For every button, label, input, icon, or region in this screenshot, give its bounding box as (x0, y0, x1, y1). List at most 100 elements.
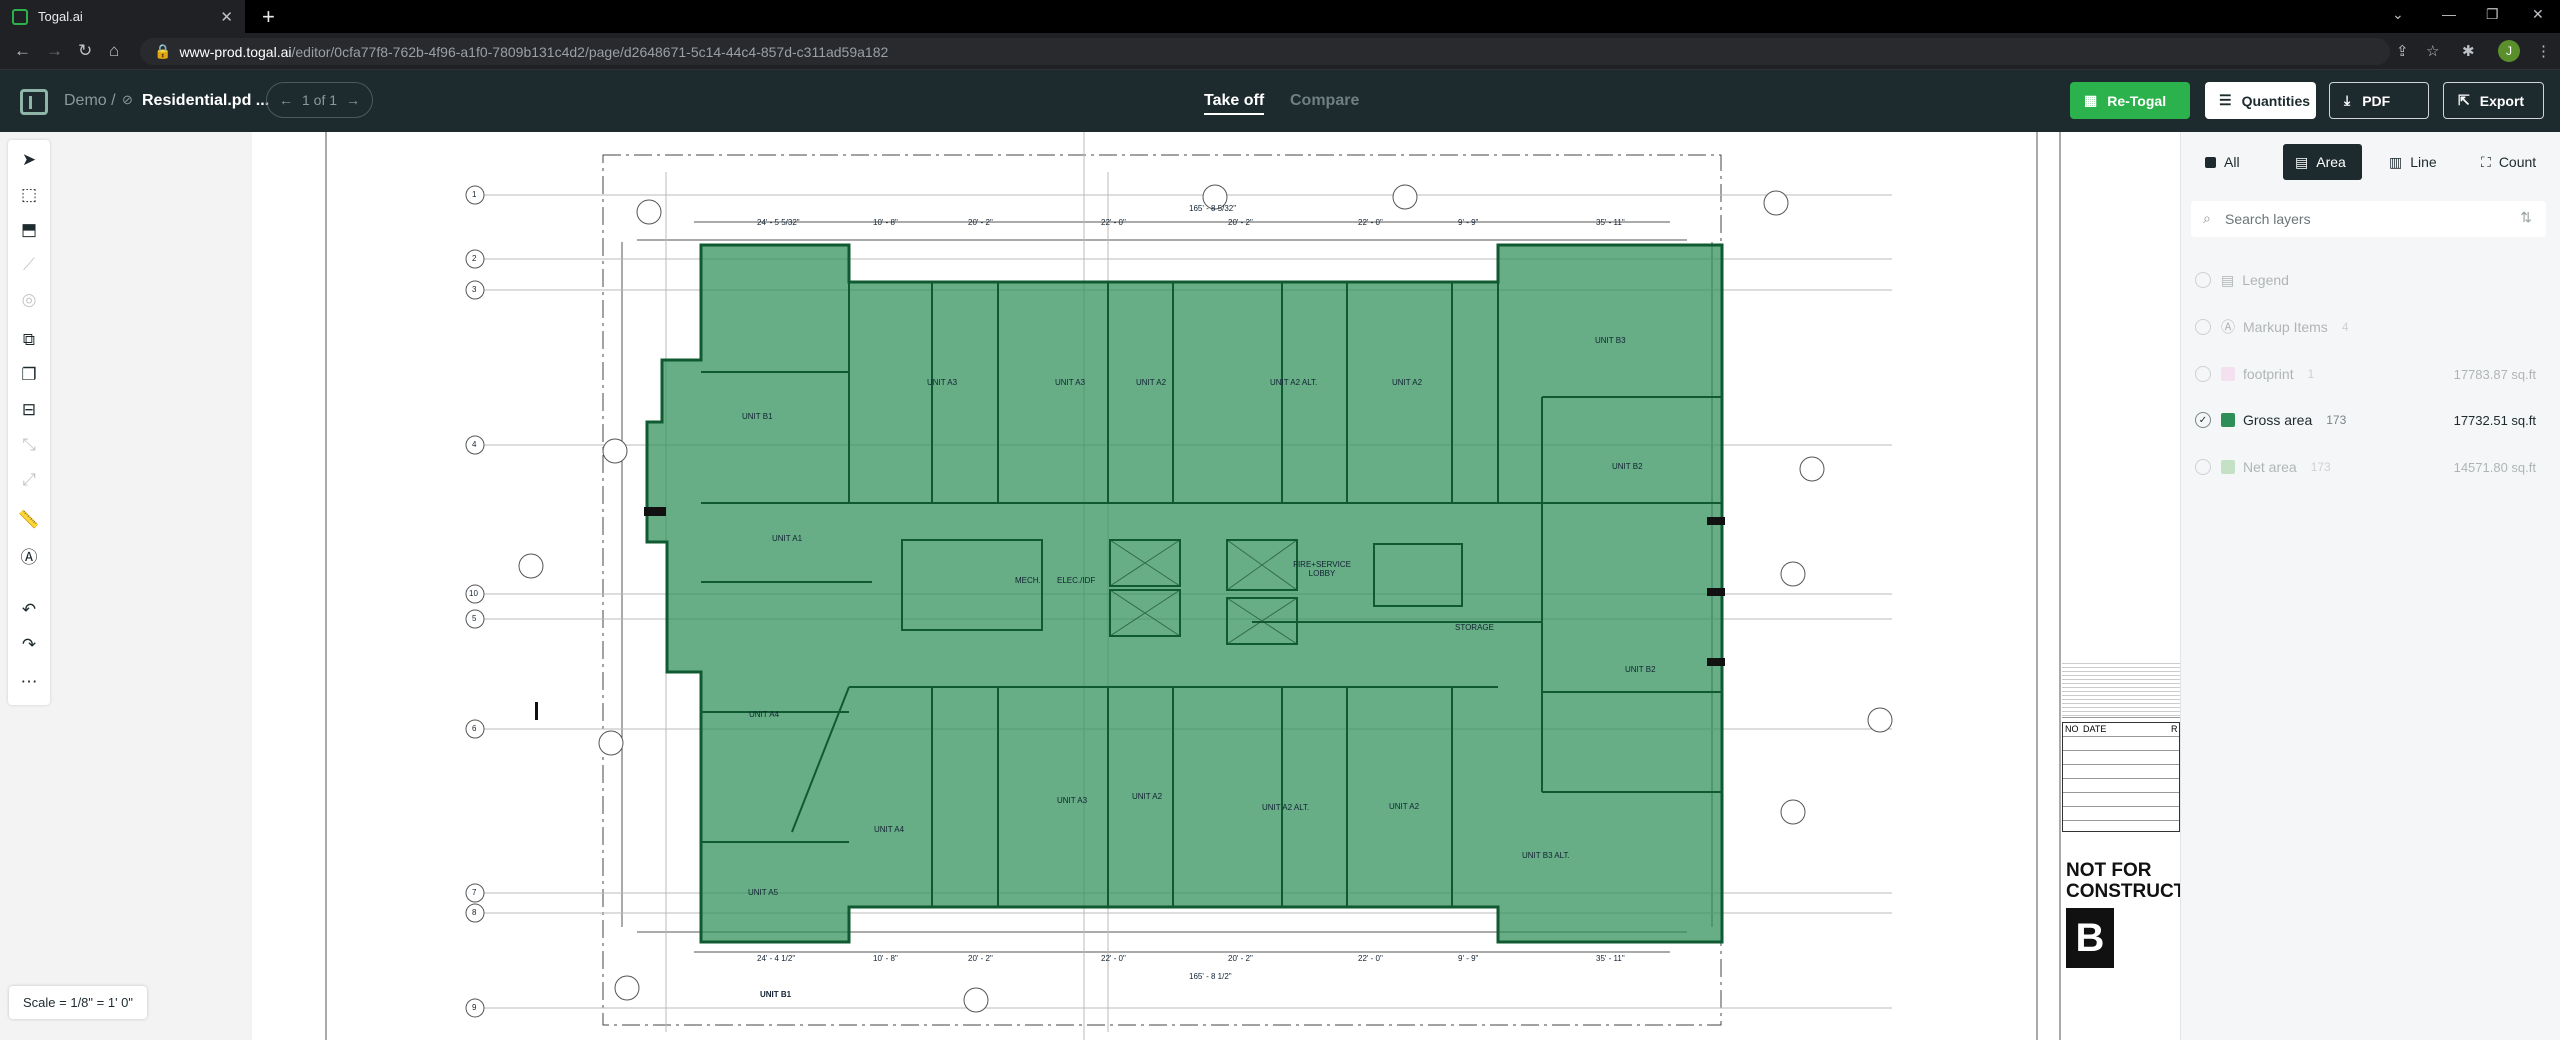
layer-value: 17732.51 sq.ft (2453, 412, 2536, 428)
restore-icon[interactable]: ❐ (2486, 6, 2499, 23)
browser-menu-icon[interactable]: ⋮ (2536, 42, 2551, 60)
layer-row-gross-area[interactable]: ✓ Gross area 173 17732.51 sq.ft (2191, 400, 2546, 440)
browser-tab[interactable]: Togal.ai ✕ (0, 0, 245, 33)
room-label: UNIT A3 (1057, 796, 1088, 805)
filter-line[interactable]: ▥ Line (2377, 144, 2449, 180)
room-label: UNIT A3 (927, 378, 958, 387)
merge-line-icon[interactable]: ⤡ (17, 433, 41, 457)
search-layers-input[interactable]: ⌕ Search layers ⇅ (2191, 201, 2546, 237)
layer-checkbox[interactable] (2195, 366, 2211, 382)
layer-checkbox-checked[interactable]: ✓ (2195, 412, 2211, 428)
tab-take-off[interactable]: Take off (1204, 92, 1265, 115)
room-label: UNIT B1 (760, 990, 792, 999)
tab-title: Togal.ai (38, 9, 83, 24)
room-label: UNIT A5 (748, 888, 779, 897)
draw-polygon-icon[interactable]: ⬒ (17, 218, 41, 242)
room-label: UNIT A2 (1392, 378, 1423, 387)
not-for-construction-stamp: NOT FOR CONSTRUCTI (2066, 860, 2180, 902)
check-circle-icon: ⊘ (122, 92, 133, 107)
prev-page-icon[interactable]: ← (279, 92, 293, 108)
address-bar[interactable]: 🔒 www-prod.togal.ai/editor/0cfa77f8-762b… (140, 38, 2390, 65)
layer-checkbox[interactable] (2195, 319, 2211, 335)
filter-area[interactable]: ▤ Area (2283, 144, 2362, 180)
list-icon: ☰ (2219, 92, 2232, 108)
filter-all[interactable]: All (2193, 144, 2252, 180)
download-icon: ⤓ (2344, 92, 2351, 108)
breadcrumb-project[interactable]: Demo / (64, 92, 116, 110)
dim-label: 10' - 8" (873, 954, 898, 963)
profile-avatar[interactable]: J (2498, 40, 2520, 62)
export-button[interactable]: ⇱ Export (2443, 82, 2544, 119)
revision-table: NO DATE R (2062, 722, 2180, 832)
grid-label: 3 (472, 285, 477, 294)
grid-label: 10 (469, 589, 478, 598)
room-label: UNIT B3 ALT. (1522, 851, 1570, 860)
net-area-swatch (2221, 460, 2235, 474)
edit-line-icon[interactable]: ⤢ (17, 468, 41, 492)
markup-icon: Ⓐ (2221, 319, 2235, 335)
close-tab-icon[interactable]: ✕ (220, 8, 233, 26)
filter-count-label: Count (2498, 154, 2537, 170)
dim-label: 20' - 2" (1228, 218, 1253, 227)
export-label: Export (2479, 92, 2525, 109)
layer-row-net-area[interactable]: Net area 173 14571.80 sq.ft (2191, 447, 2546, 487)
drawing-toolbar: ➤ ⬚ ⬒ ⟋ ◎ ⧉ ❐ ⊟ ⤡ ⤢ 📏 Ⓐ ↶ ↷ ⋯ (8, 140, 50, 705)
room-label: UNIT A4 (874, 825, 905, 834)
layer-checkbox[interactable] (2195, 272, 2211, 288)
layer-checkbox[interactable] (2195, 459, 2211, 475)
page-counter: 1 of 1 (301, 92, 338, 108)
share-icon[interactable]: ⇪ (2396, 42, 2409, 60)
forward-icon[interactable]: → (46, 41, 63, 61)
new-tab-icon[interactable]: + (262, 4, 275, 30)
browser-toolbar: ← → ↻ ⌂ 🔒 www-prod.togal.ai/editor/0cfa7… (0, 33, 2560, 70)
close-window-icon[interactable]: ✕ (2532, 6, 2544, 23)
quantities-button[interactable]: ☰ Quantities (2205, 82, 2316, 119)
annotate-icon[interactable]: Ⓐ (17, 543, 41, 567)
sort-filter-icon[interactable]: ⇅ (2520, 209, 2532, 226)
room-label: UNIT B1 (742, 412, 773, 421)
copy-area-icon[interactable]: ❐ (17, 363, 41, 387)
redo-icon[interactable]: ↷ (17, 633, 41, 657)
dim-label: 24' - 4 1/2" (757, 954, 796, 963)
count-marker-icon[interactable]: ◎ (17, 288, 41, 312)
next-page-icon[interactable]: → (346, 92, 360, 108)
back-icon[interactable]: ← (14, 41, 31, 61)
legend-icon: ▤ (2221, 271, 2235, 288)
undo-icon[interactable]: ↶ (17, 598, 41, 622)
togal-logo-icon[interactable] (20, 89, 48, 115)
layer-row-footprint[interactable]: footprint 1 17783.87 sq.ft (2191, 354, 2546, 394)
pdf-button[interactable]: ⤓ PDF (2329, 82, 2429, 119)
filter-count[interactable]: ⛶ Count (2469, 144, 2548, 180)
rev-col-date: DATE (2083, 724, 2107, 734)
area-icon: ▤ (2295, 153, 2309, 170)
more-tools-icon[interactable]: ⋯ (17, 670, 41, 694)
tab-search-icon[interactable]: ⌄ (2392, 6, 2404, 23)
bookmark-star-icon[interactable]: ☆ (2426, 42, 2439, 60)
layer-row-legend[interactable]: ▤ Legend (2191, 260, 2546, 300)
split-area-icon[interactable]: ⊟ (17, 398, 41, 422)
scale-indicator[interactable]: Scale = 1/8" = 1' 0" (9, 986, 148, 1019)
layer-count: 173 (2326, 413, 2347, 427)
draw-line-icon[interactable]: ⟋ (17, 253, 41, 277)
retogal-button[interactable]: ▦ Re-Togal (2070, 82, 2190, 119)
rev-col-no: NO (2065, 724, 2079, 734)
room-label: UNIT B3 (1595, 336, 1626, 345)
select-pointer-icon[interactable]: ➤ (17, 148, 41, 172)
layer-name: Markup Items (2243, 319, 2328, 335)
ruler-icon[interactable]: 📏 (17, 508, 41, 532)
layer-count: 4 (2341, 320, 2349, 334)
layer-name: Net area (2243, 459, 2297, 475)
reload-icon[interactable]: ↻ (78, 41, 92, 61)
extensions-icon[interactable]: ✱ (2462, 42, 2475, 60)
drawing-canvas[interactable]: UNIT B1 UNIT A3 UNIT A3 UNIT A2 UNIT A2 … (0, 132, 2180, 1040)
grid-icon: ▦ (2084, 92, 2098, 108)
app-header: Demo / ⊘ Residential.pd ... ← 1 of 1 → T… (0, 70, 2560, 132)
draw-rectangle-icon[interactable]: ⬚ (17, 183, 41, 207)
cut-area-icon[interactable]: ⧉ (17, 328, 41, 352)
file-name[interactable]: Residential.pd ... (142, 92, 269, 110)
tab-compare[interactable]: Compare (1290, 92, 1359, 110)
pdf-label: PDF (2362, 92, 2391, 109)
layer-row-markup[interactable]: Ⓐ Markup Items 4 (2191, 307, 2546, 347)
home-icon[interactable]: ⌂ (109, 41, 119, 61)
minimize-icon[interactable]: — (2442, 6, 2456, 22)
